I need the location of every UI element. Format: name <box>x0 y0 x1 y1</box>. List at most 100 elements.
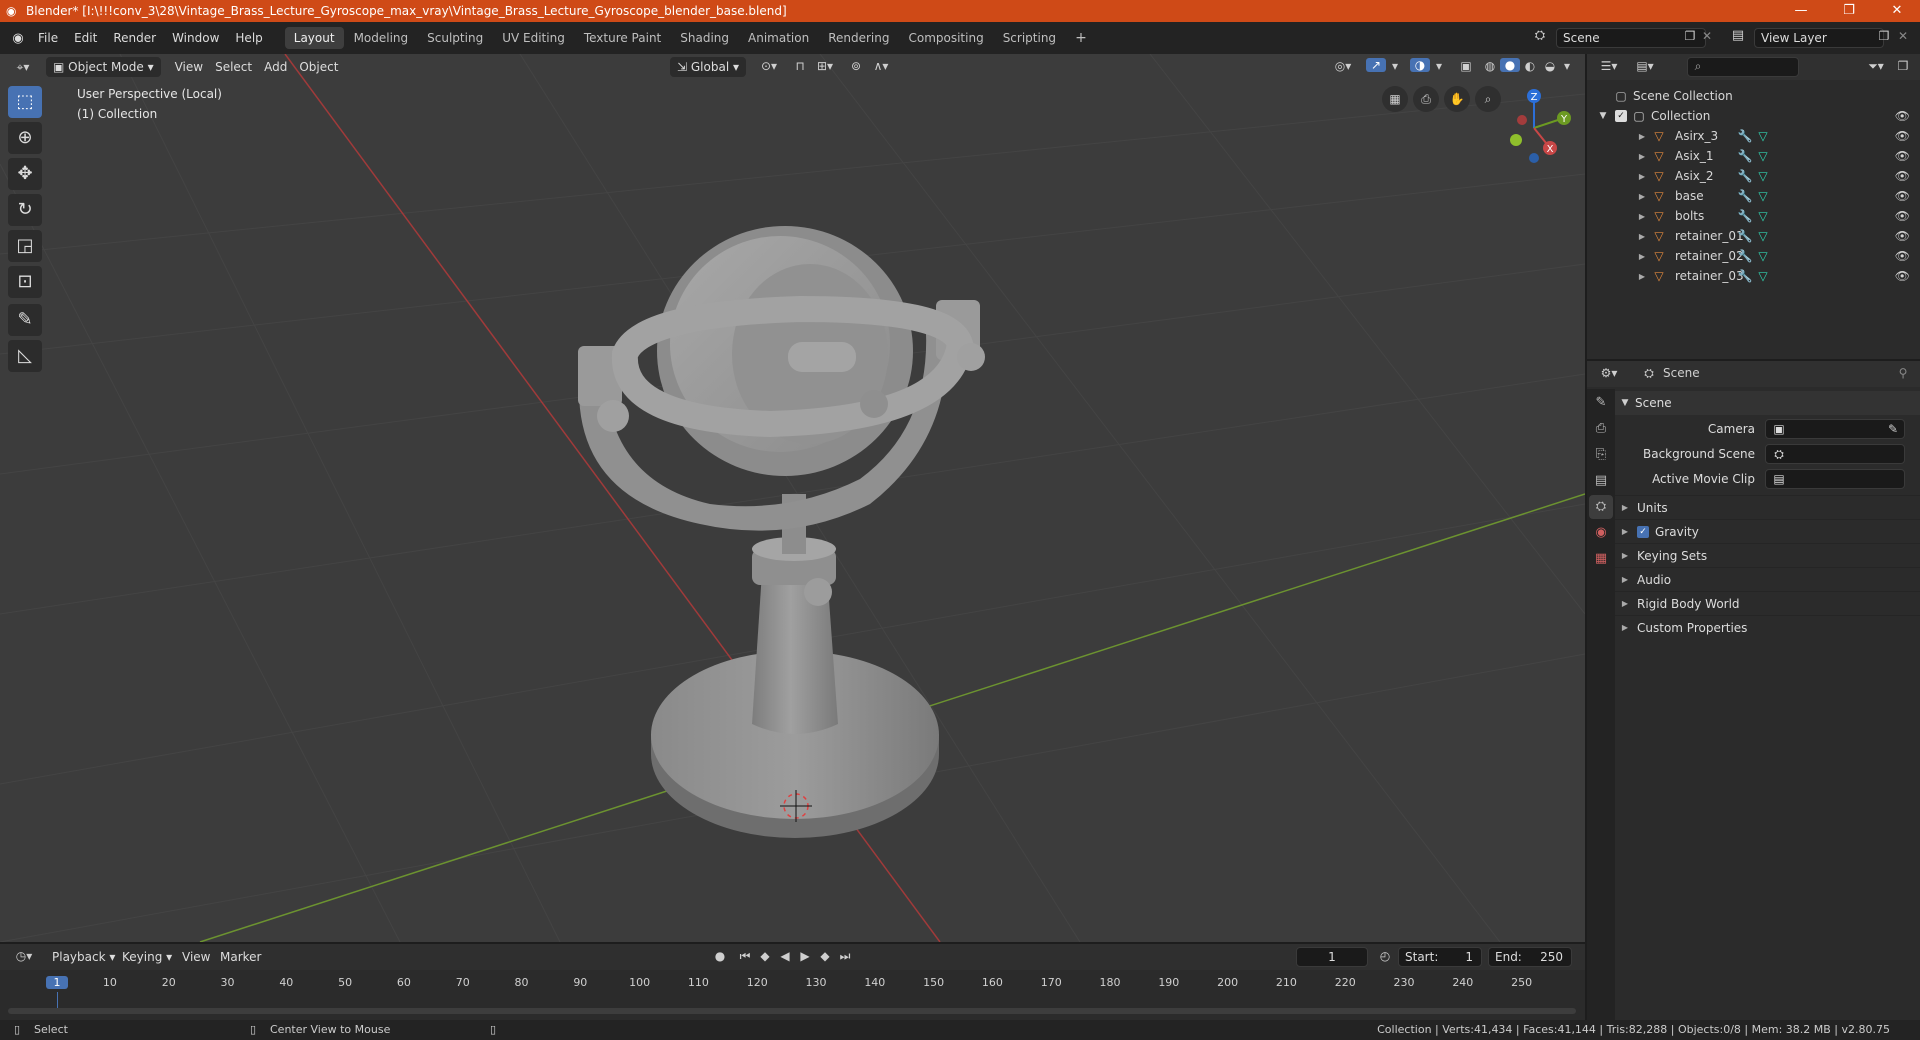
tab-texture-paint[interactable]: Texture Paint <box>575 27 670 49</box>
visibility-eye-icon[interactable]: 👁 <box>1895 229 1910 243</box>
jump-start-icon[interactable]: ⏮ <box>736 949 754 964</box>
snap-icon[interactable]: ⊓ <box>790 59 810 73</box>
outliner-object-row[interactable]: ▶ ▽ Asix_1 🔧 ▽ 👁 <box>1587 146 1920 166</box>
timeline-scrollbar[interactable] <box>8 1008 1576 1014</box>
visibility-eye-icon[interactable]: 👁 <box>1895 209 1910 223</box>
visibility-eye-icon[interactable]: 👁 <box>1895 169 1910 183</box>
menu-select[interactable]: Select <box>209 57 258 77</box>
gizmo-dropdown-icon[interactable]: ▾ <box>1388 59 1402 73</box>
property-field[interactable]: ⛭ <box>1765 444 1905 464</box>
menu-file[interactable]: File <box>30 26 66 50</box>
mesh-data-icon[interactable]: ▽ <box>1755 149 1771 163</box>
scene-tab-icon[interactable]: ⛭ <box>1589 495 1613 519</box>
camera-view-icon[interactable]: ⎙ <box>1413 86 1439 112</box>
grid-view-icon[interactable]: ▦ <box>1382 86 1408 112</box>
pan-hand-icon[interactable]: ✋ <box>1444 86 1470 112</box>
expand-arrow-icon[interactable]: ▶ <box>1637 212 1647 221</box>
frame-ruler[interactable]: 1 10 20 30 40 50 60 70 80 90 100 110 120 130 140 150 160… <box>0 972 1585 994</box>
modifier-wrench-icon[interactable]: 🔧 <box>1737 209 1753 223</box>
navigation-gizmo[interactable]: Z Y X <box>1494 84 1574 164</box>
falloff-icon[interactable]: ∧▾ <box>868 59 894 73</box>
record-icon[interactable]: ● <box>710 949 730 963</box>
viewport-scene[interactable] <box>0 54 1585 942</box>
visibility-eye-icon[interactable]: 👁 <box>1895 269 1910 283</box>
modifier-wrench-icon[interactable]: 🔧 <box>1737 189 1753 203</box>
mode-selector[interactable]: ▣ Object Mode ▾ <box>46 57 161 77</box>
minimize-button[interactable]: — <box>1778 0 1824 22</box>
panel-section-header[interactable]: ▶ Rigid Body World <box>1615 591 1920 615</box>
menu-edit[interactable]: Edit <box>66 26 105 50</box>
panel-section-header[interactable]: ▶ Keying Sets <box>1615 543 1920 567</box>
xray-icon[interactable]: ▣ <box>1456 59 1476 73</box>
collection-row[interactable]: ▼ ✓ ▢ Collection 👁 <box>1587 106 1920 126</box>
view-layer-field[interactable]: View Layer <box>1754 28 1884 48</box>
menu-playback[interactable]: Playback ▾ <box>46 947 121 967</box>
expand-arrow-icon[interactable]: ▶ <box>1637 132 1647 141</box>
property-field[interactable]: ▣ ✎ <box>1765 419 1905 439</box>
menu-view[interactable]: View <box>169 57 209 77</box>
menu-window[interactable]: Window <box>164 26 227 50</box>
panel-section-header[interactable]: ▶ Units <box>1615 495 1920 519</box>
tab-sculpting[interactable]: Sculpting <box>418 27 492 49</box>
play-icon[interactable]: ▶ <box>796 949 814 963</box>
display-mode-icon[interactable]: ▤▾ <box>1631 59 1659 73</box>
visibility-eye-icon[interactable]: 👁 <box>1895 149 1910 163</box>
expand-arrow-icon[interactable]: ▶ <box>1637 252 1647 261</box>
new-view-layer-icon[interactable]: ❐ <box>1876 29 1892 43</box>
mesh-data-icon[interactable]: ▽ <box>1755 169 1771 183</box>
texture-tab-icon[interactable]: ▦ <box>1589 547 1613 571</box>
prev-keyframe-icon[interactable]: ◆ <box>756 949 774 963</box>
transform-tool[interactable]: ⊡ <box>8 266 42 298</box>
menu-add[interactable]: Add <box>258 57 293 77</box>
menu-marker[interactable]: Marker <box>214 947 267 967</box>
gizmo-toggle-icon[interactable]: ↗ <box>1366 58 1386 72</box>
expand-arrow-icon[interactable]: ▶ <box>1637 192 1647 201</box>
end-frame-field[interactable]: End: 250 <box>1488 947 1572 967</box>
pin-icon[interactable]: ⚲ <box>1895 366 1911 380</box>
modifier-wrench-icon[interactable]: 🔧 <box>1737 269 1753 283</box>
outliner-object-row[interactable]: ▶ ▽ base 🔧 ▽ 👁 <box>1587 186 1920 206</box>
mesh-data-icon[interactable]: ▽ <box>1755 269 1771 283</box>
rotate-tool[interactable]: ↻ <box>8 194 42 226</box>
visibility-eye-icon[interactable]: 👁 <box>1895 189 1910 203</box>
proportional-edit-icon[interactable]: ⊚ <box>846 59 866 73</box>
eyedropper-icon[interactable]: ✎ <box>1886 420 1900 438</box>
outliner-object-row[interactable]: ▶ ▽ retainer_02 🔧 ▽ 👁 <box>1587 246 1920 266</box>
modifier-wrench-icon[interactable]: 🔧 <box>1737 129 1753 143</box>
mesh-data-icon[interactable]: ▽ <box>1755 249 1771 263</box>
maximize-button[interactable]: ❐ <box>1826 0 1872 22</box>
menu-render[interactable]: Render <box>105 26 164 50</box>
scene-selector-icon[interactable]: ⛭ <box>1526 28 1554 43</box>
pivot-point-icon[interactable]: ⊙▾ <box>756 59 782 73</box>
outliner-object-row[interactable]: ▶ ▽ bolts 🔧 ▽ 👁 <box>1587 206 1920 226</box>
new-scene-icon[interactable]: ❐ <box>1682 29 1698 43</box>
panel-section-header[interactable]: ▶ Custom Properties <box>1615 615 1920 639</box>
mesh-data-icon[interactable]: ▽ <box>1755 229 1771 243</box>
stopwatch-icon[interactable]: ◴ <box>1376 949 1394 963</box>
modifier-wrench-icon[interactable]: 🔧 <box>1737 229 1753 243</box>
modifier-wrench-icon[interactable]: 🔧 <box>1737 149 1753 163</box>
gyroscope-model[interactable] <box>578 226 985 838</box>
visibility-eye-icon[interactable]: 👁 <box>1895 249 1910 263</box>
outliner-object-row[interactable]: ▶ ▽ Asirx_3 🔧 ▽ 👁 <box>1587 126 1920 146</box>
wireframe-shading-icon[interactable]: ◍ <box>1480 59 1500 73</box>
play-reverse-icon[interactable]: ◀ <box>776 949 794 963</box>
tab-uv-editing[interactable]: UV Editing <box>493 27 574 49</box>
tab-layout[interactable]: Layout <box>284 27 344 49</box>
view-layer-tab-icon[interactable]: ▤ <box>1589 469 1613 493</box>
delete-scene-icon[interactable]: ✕ <box>1700 29 1714 43</box>
mesh-data-icon[interactable]: ▽ <box>1755 129 1771 143</box>
panel-section-header[interactable]: ▶ ✓ Gravity <box>1615 519 1920 543</box>
scene-panel-header[interactable]: ▼ Scene <box>1615 391 1920 415</box>
visibility-icon[interactable]: ◎▾ <box>1330 59 1356 73</box>
material-shading-icon[interactable]: ◐ <box>1520 59 1540 73</box>
blender-menu-icon[interactable]: ◉ <box>6 31 30 46</box>
start-frame-field[interactable]: Start: 1 <box>1398 947 1482 967</box>
timeline-editor-icon[interactable]: ◷▾ <box>10 949 38 963</box>
outliner-editor-icon[interactable]: ☰▾ <box>1595 59 1623 73</box>
menu-help[interactable]: Help <box>227 26 270 50</box>
expand-arrow-icon[interactable]: ▶ <box>1637 232 1647 241</box>
section-checkbox[interactable]: ✓ <box>1637 525 1649 538</box>
tab-compositing[interactable]: Compositing <box>899 27 992 49</box>
tab-modeling[interactable]: Modeling <box>345 27 418 49</box>
